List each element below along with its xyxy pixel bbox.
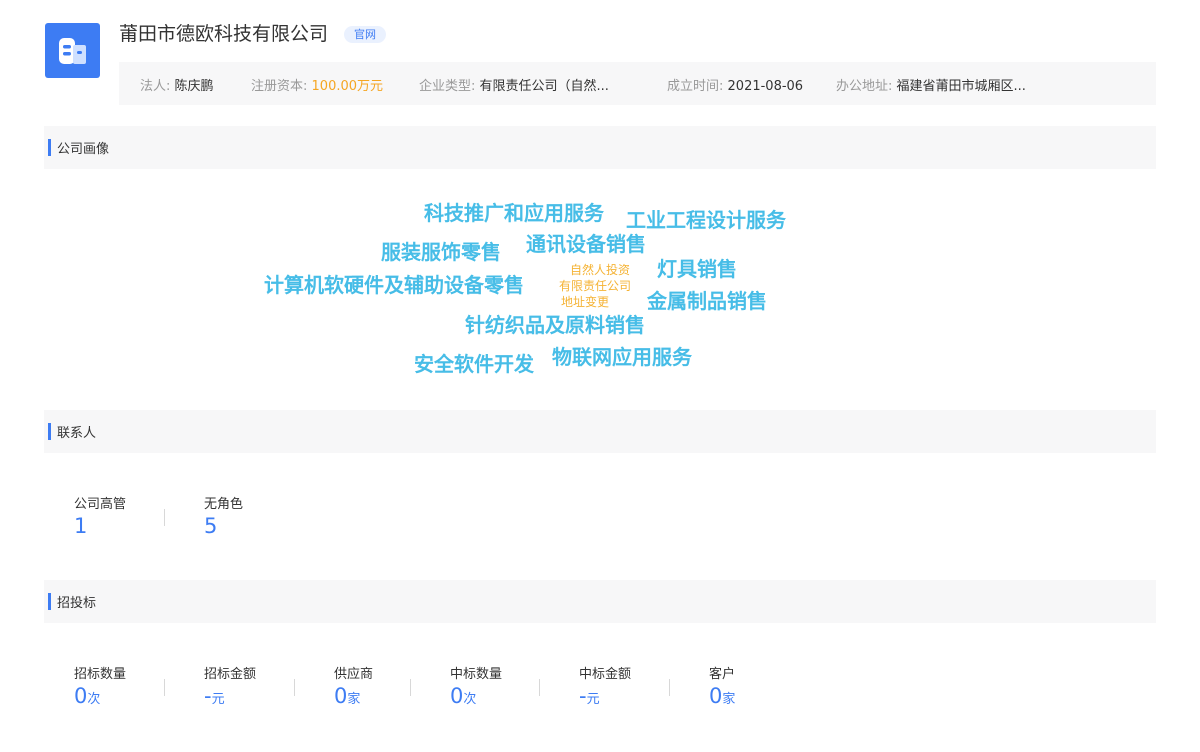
stat-label: 中标金额 [579,667,632,682]
office-address: 办公地址: 福建省莆田市城厢区... [836,75,1026,94]
stat-award-count[interactable]: 中标数量 0次 [450,663,502,707]
stat-divider [669,679,670,696]
stat-no-role[interactable]: 无角色 5 [204,493,243,537]
stat-label: 客户 [709,667,736,682]
stat-divider [294,679,295,696]
info-label: 企业类型: [419,79,476,94]
company-name: 莆田市德欧科技有限公司 [119,23,329,45]
stat-value: -元 [204,684,225,708]
stat-divider [410,679,411,696]
tag-word[interactable]: 地址变更 [561,296,609,308]
stat-executives[interactable]: 公司高管 1 [74,493,126,537]
stat-award-amount[interactable]: 中标金额 -元 [579,663,631,707]
stat-value: 5 [204,514,218,538]
section-portrait: 公司画像 [44,126,1156,169]
tag-word[interactable]: 安全软件开发 [414,354,534,374]
legal-person: 法人: 陈庆鹏 [140,75,214,94]
stat-divider [164,509,165,526]
section-accent-bar [48,593,51,610]
tag-word[interactable]: 物联网应用服务 [552,347,692,367]
office-address-value: 福建省莆田市城厢区... [896,79,1026,94]
founded-date-value: 2021-08-06 [727,79,804,94]
stat-label: 中标数量 [450,667,503,682]
company-type: 企业类型: 有限责任公司（自然... [419,75,609,94]
section-title: 联系人 [57,426,97,441]
stat-unit: 元 [211,692,225,707]
company-type-value: 有限责任公司（自然... [479,79,609,94]
tag-word[interactable]: 通讯设备销售 [526,234,646,254]
tag-word[interactable]: 工业工程设计服务 [626,210,786,230]
stat-value: 0家 [709,684,736,708]
company-logo [45,23,100,78]
stat-label: 供应商 [334,667,374,682]
section-bidding: 招投标 [44,580,1156,623]
section-title: 招投标 [57,596,97,611]
stat-unit: 家 [347,692,361,707]
stat-divider [164,679,165,696]
stat-unit: 元 [586,692,600,707]
official-website-tag[interactable]: 官网 [344,26,386,43]
legal-person-value[interactable]: 陈庆鹏 [175,79,214,94]
stat-label: 公司高管 [74,497,127,512]
registered-capital-value: 100.00万元 [311,79,384,94]
tag-word[interactable]: 科技推广和应用服务 [424,203,604,223]
stat-label: 招标金额 [204,667,257,682]
tag-word[interactable]: 有限责任公司 [559,280,631,292]
stat-value: 0家 [334,684,361,708]
stat-unit: 次 [463,692,477,707]
stat-unit: 次 [87,692,101,707]
tag-word[interactable]: 金属制品销售 [647,291,767,311]
stat-label: 无角色 [204,497,244,512]
stat-value: -元 [579,684,600,708]
stat-tender-amount[interactable]: 招标金额 -元 [204,663,256,707]
stat-value: 1 [74,514,88,538]
founded-date: 成立时间: 2021-08-06 [667,75,803,94]
registered-capital: 注册资本: 100.00万元 [251,75,383,94]
info-label: 办公地址: [836,79,893,94]
section-title: 公司画像 [57,142,110,157]
tag-word[interactable]: 自然人投资 [570,264,630,276]
stat-divider [539,679,540,696]
tag-word[interactable]: 服装服饰零售 [381,242,501,262]
section-accent-bar [48,139,51,156]
stat-value: 0次 [450,684,477,708]
info-label: 注册资本: [251,79,308,94]
stat-customers[interactable]: 客户 0家 [709,663,735,707]
section-accent-bar [48,423,51,440]
company-info-bar: 法人: 陈庆鹏 注册资本: 100.00万元 企业类型: 有限责任公司（自然..… [119,62,1156,105]
stat-value: 0次 [74,684,101,708]
building-icon [59,38,86,64]
info-label: 成立时间: [667,79,724,94]
section-contacts: 联系人 [44,410,1156,453]
tag-word[interactable]: 针纺织品及原料销售 [465,315,645,335]
stat-unit: 家 [722,692,736,707]
tag-word[interactable]: 灯具销售 [657,259,737,279]
stat-label: 招标数量 [74,667,127,682]
info-label: 法人: [140,79,171,94]
tag-word[interactable]: 计算机软硬件及辅助设备零售 [264,275,524,295]
stat-suppliers[interactable]: 供应商 0家 [334,663,373,707]
stat-tender-count[interactable]: 招标数量 0次 [74,663,126,707]
